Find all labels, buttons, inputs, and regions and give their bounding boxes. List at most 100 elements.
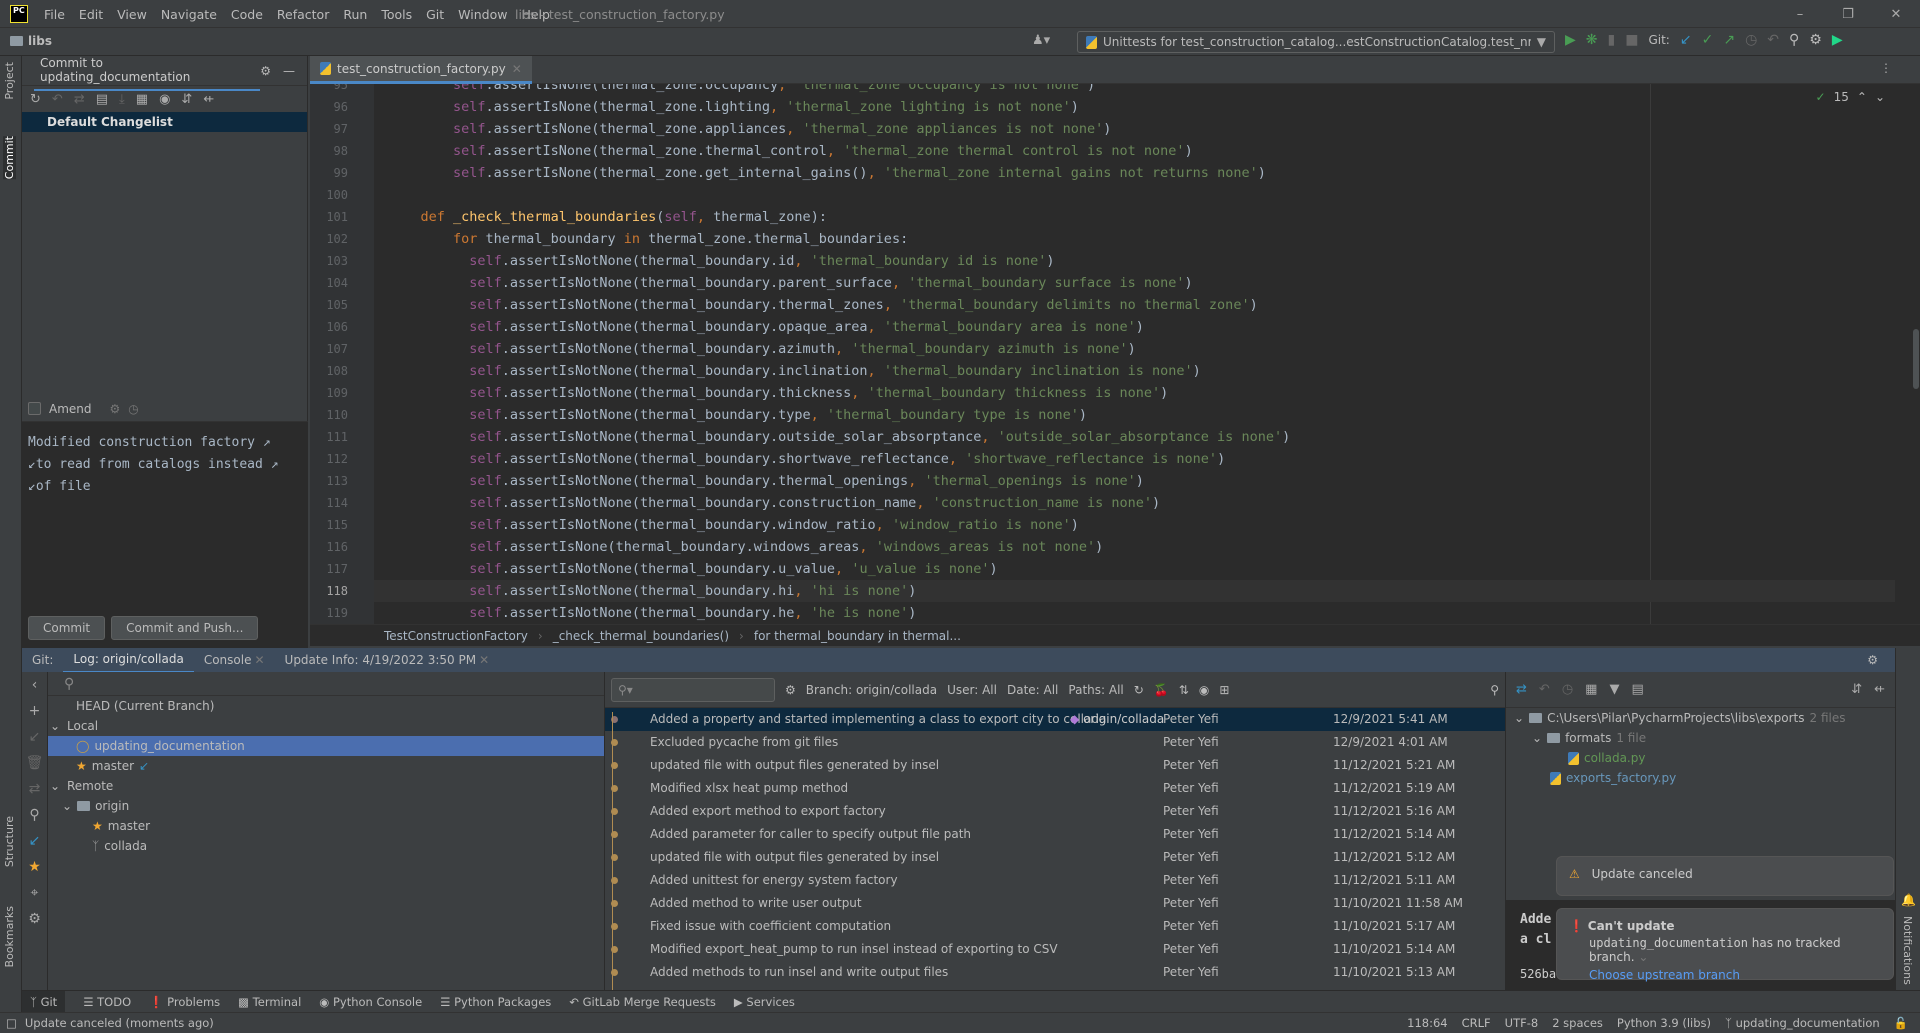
editor-scrollbar[interactable] xyxy=(1895,84,1920,624)
menu-code[interactable]: Code xyxy=(231,7,263,22)
chevron-down-icon[interactable]: ⌄ xyxy=(1875,90,1885,104)
menu-file[interactable]: File xyxy=(44,7,65,22)
run-configuration-select[interactable]: Unittests for test_construction_catalog.… xyxy=(1077,31,1555,53)
navigate-icon[interactable]: ⌖ xyxy=(22,880,47,906)
code-line[interactable]: self.assertIsNone(thermal_zone.thermal_c… xyxy=(388,140,1193,162)
structure-tool-tab[interactable]: Structure xyxy=(3,816,16,867)
log-search-input[interactable]: ⚲▾ xyxy=(611,677,775,702)
layout-icon[interactable]: ▤ xyxy=(1631,682,1643,697)
commit-and-push-button[interactable]: Commit and Push... xyxy=(111,616,259,640)
menu-git[interactable]: Git xyxy=(426,7,444,22)
branch-local-master[interactable]: ★ master ↙ xyxy=(48,756,604,776)
user-icon[interactable]: ♟▾ xyxy=(1032,33,1050,48)
commit-row[interactable]: Modified xlsx heat pump method Peter Yefi… xyxy=(605,777,1505,800)
branch-search-input[interactable]: ⚲ xyxy=(48,672,604,696)
code-line[interactable]: self.assertIsNotNone(thermal_boundary.sh… xyxy=(388,448,1225,470)
notification-cant-update[interactable]: ❗ Can't update updating_documentation ha… xyxy=(1556,908,1894,982)
filter-icon[interactable]: ▼ xyxy=(1609,682,1619,697)
eye-icon[interactable]: ◉ xyxy=(159,92,170,107)
file-encoding[interactable]: UTF-8 xyxy=(1505,1016,1539,1030)
code-editor[interactable]: 95 96 97 98 99 100 101 102 103 104 105 106 107 108 109… xyxy=(310,84,1895,624)
paths-filter[interactable]: Paths: All xyxy=(1068,683,1123,697)
search-icon[interactable]: ⚲ xyxy=(22,802,47,828)
menu-refactor[interactable]: Refactor xyxy=(277,7,329,22)
lock-icon[interactable]: 🔓 xyxy=(1894,1016,1908,1030)
tool-tab-python-packages[interactable]: ☰ Python Packages xyxy=(440,995,551,1009)
gear-icon[interactable]: ⚙ xyxy=(22,906,47,932)
search-icon[interactable]: ⚲ xyxy=(1490,683,1499,697)
refresh-icon[interactable]: ↻ xyxy=(1134,683,1144,697)
breadcrumb-loop[interactable]: for thermal_boundary in thermal... xyxy=(754,629,961,643)
code-line[interactable]: self.assertIsNotNone(thermal_boundary.ty… xyxy=(388,404,1087,426)
tool-tab-terminal[interactable]: ▩ Terminal xyxy=(238,995,301,1009)
notification-update-canceled[interactable]: ⚠ Update canceled xyxy=(1556,856,1894,896)
favorite-icon[interactable]: ★ xyxy=(22,854,47,880)
rollback-icon[interactable]: ↶ xyxy=(1767,32,1779,48)
commit-row[interactable]: updated file with output files generated… xyxy=(605,846,1505,869)
tool-tab-todo[interactable]: ☰ TODO xyxy=(83,995,131,1009)
choose-upstream-link[interactable]: Choose upstream branch xyxy=(1569,968,1881,982)
menu-window[interactable]: Window xyxy=(458,7,507,22)
code-line[interactable]: self.assertIsNotNone(thermal_boundary.th… xyxy=(388,294,1257,316)
code-line[interactable]: self.assertIsNotNone(thermal_boundary.id… xyxy=(388,250,1054,272)
tool-tab-python-console[interactable]: ◉ Python Console xyxy=(319,995,422,1009)
delete-icon[interactable]: 🗑 xyxy=(22,750,47,776)
tab-update-info[interactable]: Update Info: 4/19/2022 3:50 PM ✕ xyxy=(275,648,500,672)
code-line[interactable]: self.assertIsNotNone(thermal_boundary.th… xyxy=(388,382,1168,404)
restore-icon[interactable]: ❐ xyxy=(1824,7,1872,22)
breadcrumb-class[interactable]: TestConstructionFactory xyxy=(384,629,528,643)
commit-row[interactable]: Fixed issue with coefficient computation… xyxy=(605,915,1505,938)
stop-icon[interactable]: ■ xyxy=(1625,32,1638,48)
git-commit-icon[interactable]: ✓ xyxy=(1702,32,1714,48)
minimize-icon[interactable]: – xyxy=(1776,7,1824,22)
rollback-icon[interactable]: ↶ xyxy=(52,92,63,107)
revert-icon[interactable]: ↶ xyxy=(1539,682,1550,697)
history-icon[interactable]: ◷ xyxy=(128,402,138,416)
changes-formats-folder[interactable]: ⌄ formats 1 file xyxy=(1506,728,1895,748)
tab-test-construction-factory[interactable]: test_construction_factory.py ✕ xyxy=(310,56,532,84)
code-line[interactable]: self.assertIsNotNone(thermal_boundary.pa… xyxy=(388,272,1192,294)
indent-setting[interactable]: 2 spaces xyxy=(1552,1016,1603,1030)
amend-checkbox[interactable] xyxy=(28,402,41,415)
commit-row[interactable]: Added export method to export factory Pet… xyxy=(605,800,1505,823)
commit-tool-tab[interactable]: Commit xyxy=(3,136,16,180)
unshelve-icon[interactable]: ⤓ xyxy=(119,92,125,107)
diff-icon[interactable]: ⇄ xyxy=(1516,682,1527,697)
collapse-all-icon[interactable]: ⇷ xyxy=(203,92,214,107)
git-update-icon[interactable]: ↙ xyxy=(1680,32,1692,48)
collapse-all-icon[interactable]: ⇷ xyxy=(1874,682,1885,697)
changed-file-exports-factory[interactable]: exports_factory.py xyxy=(1506,768,1895,788)
search-icon[interactable]: ⚲ xyxy=(1789,32,1799,48)
group-by-icon[interactable]: ▦ xyxy=(136,92,148,107)
code-line[interactable]: self.assertIsNone(thermal_zone.get_inter… xyxy=(388,162,1266,184)
caret-position[interactable]: 118:64 xyxy=(1407,1016,1447,1030)
update-icon[interactable]: ↙ xyxy=(22,724,47,750)
eye-icon[interactable]: ◉ xyxy=(1199,683,1209,697)
code-line[interactable]: self.assertIsNotNone(thermal_boundary.op… xyxy=(388,316,1144,338)
code-line[interactable]: self.assertIsNone(thermal_zone.lighting,… xyxy=(388,96,1079,118)
code-line[interactable]: self.assertIsNotNone(thermal_boundary.th… xyxy=(388,470,1144,492)
sort-icon[interactable]: ⇅ xyxy=(1179,683,1189,697)
chevron-up-icon[interactable]: ⌃ xyxy=(1857,90,1867,104)
debug-icon[interactable]: ❋ xyxy=(1586,32,1598,48)
code-line[interactable]: self.assertIsNone(thermal_zone.appliance… xyxy=(388,118,1111,140)
tool-tab-services[interactable]: ▶ Services xyxy=(734,995,795,1009)
branch-origin-master[interactable]: ★ master xyxy=(48,816,604,836)
menu-navigate[interactable]: Navigate xyxy=(161,7,217,22)
git-push-icon[interactable]: ↗ xyxy=(1723,32,1735,48)
changes-root-folder[interactable]: ⌄ C:\Users\Pilar\PycharmProjects\libs\exp… xyxy=(1506,708,1895,728)
cherry-pick-icon[interactable]: 🍒 xyxy=(1154,683,1169,697)
commit-row[interactable]: Added parameter for caller to specify ou… xyxy=(605,823,1505,846)
minimize-panel-icon[interactable]: — xyxy=(283,64,295,78)
changed-file-collada[interactable]: collada.py xyxy=(1506,748,1895,768)
tool-tab-git[interactable]: ᛉ Git xyxy=(22,990,66,1013)
close-tab-icon[interactable]: ✕ xyxy=(512,62,522,76)
add-branch-icon[interactable]: + xyxy=(22,698,47,724)
gear-icon[interactable]: ⚙ xyxy=(110,402,121,416)
branch-group-remote[interactable]: ⌄ Remote xyxy=(48,776,604,796)
code-line[interactable]: self.assertIsNotNone(thermal_boundary.hi… xyxy=(388,580,916,602)
commit-row[interactable]: updated file with output files generated… xyxy=(605,754,1505,777)
date-filter[interactable]: Date: All xyxy=(1007,683,1058,697)
code-line[interactable]: self.assertIsNotNone(thermal_boundary.in… xyxy=(388,360,1201,382)
history-icon[interactable]: ◷ xyxy=(1745,32,1757,48)
